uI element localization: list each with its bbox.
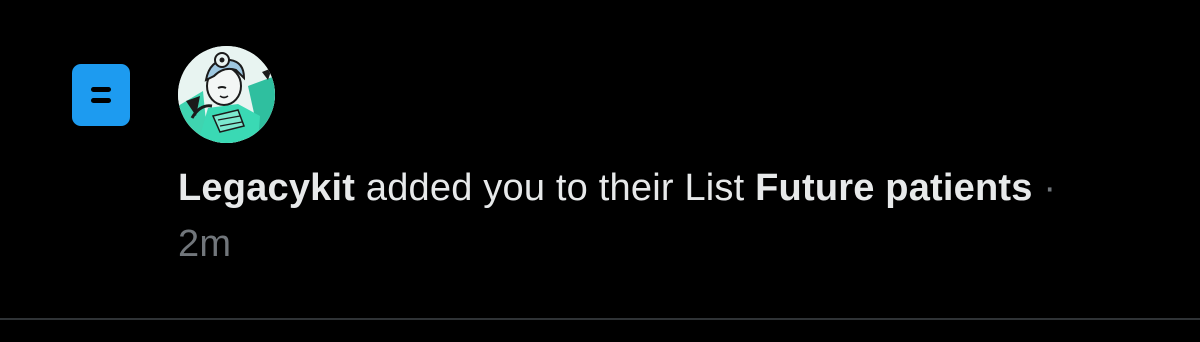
user-avatar[interactable] <box>178 46 275 143</box>
separator-dot: · <box>1032 167 1057 209</box>
notification-text: Legacykit added you to their List Future… <box>178 160 1078 272</box>
list-name[interactable]: Future patients <box>755 167 1032 209</box>
timestamp: 2m <box>178 223 232 265</box>
action-text: added you to their List <box>355 167 756 209</box>
list-icon <box>72 64 130 126</box>
actor-name[interactable]: Legacykit <box>178 167 355 209</box>
divider <box>0 318 1200 320</box>
notification-item[interactable]: Legacykit added you to their List Future… <box>0 0 1200 320</box>
